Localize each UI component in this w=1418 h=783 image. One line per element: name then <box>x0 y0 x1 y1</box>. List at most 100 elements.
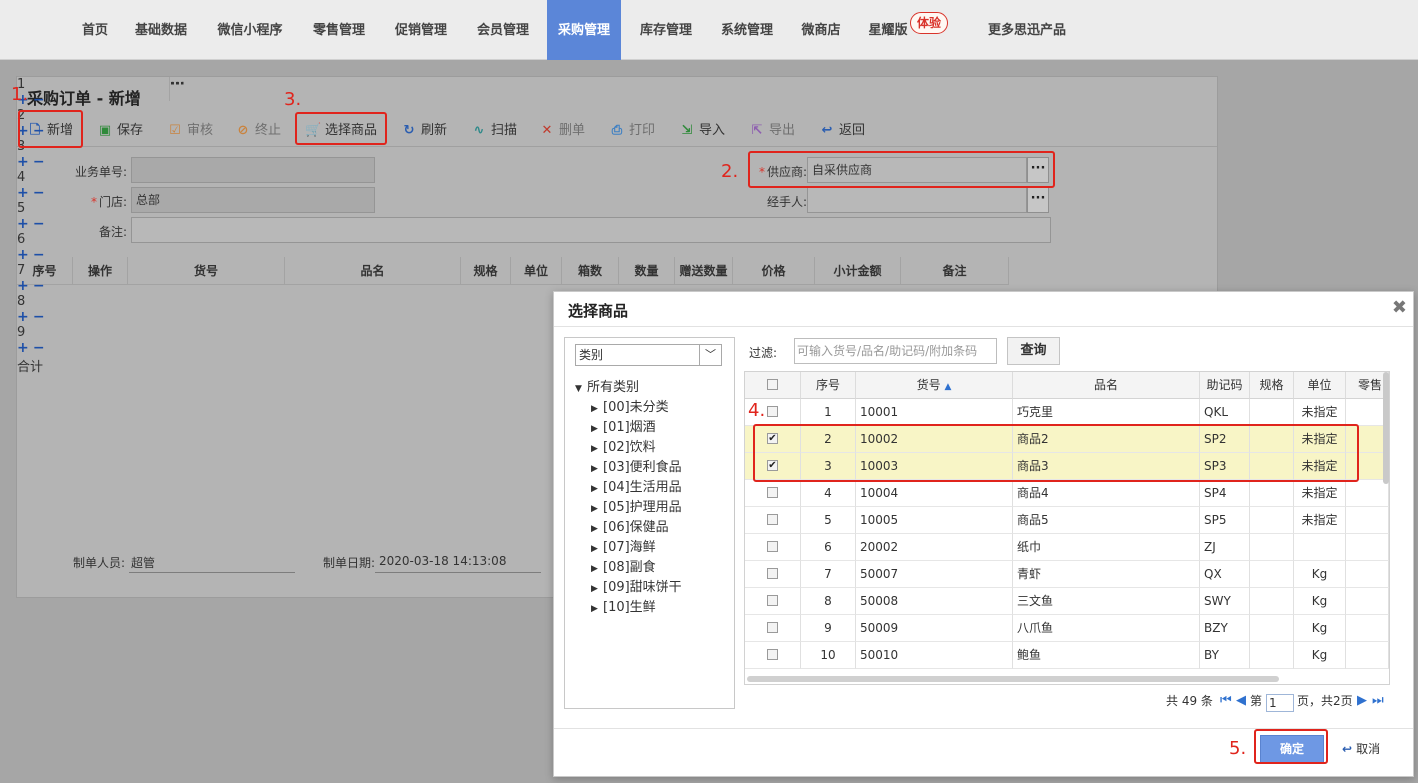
collapsed-arrow-icon[interactable]: ▶ <box>591 504 603 514</box>
remove-row-icon[interactable]: − <box>33 340 45 356</box>
collapsed-arrow-icon[interactable]: ▶ <box>591 464 603 474</box>
tree-node-label: [04]生活用品 <box>603 480 682 495</box>
nav-item-xingyao[interactable]: 星耀版 <box>860 0 916 60</box>
goods-picker-button[interactable]: ··· <box>169 77 193 101</box>
tree-node[interactable]: ▶ [08]副食 <box>591 556 656 575</box>
page-number-input[interactable]: 1 <box>1266 694 1294 712</box>
add-row-icon[interactable]: + <box>17 340 29 356</box>
table-row[interactable]: 4 10004 商品4 SP4 未指定 <box>745 480 1389 507</box>
select-all-checkbox[interactable] <box>767 379 778 390</box>
collapsed-arrow-icon[interactable]: ▶ <box>591 604 603 614</box>
tree-node[interactable]: ▶ [06]保健品 <box>591 516 669 535</box>
tree-node[interactable]: ▶ [07]海鲜 <box>591 536 656 555</box>
filter-input[interactable]: 可输入货号/品名/助记码/附加条码 <box>794 338 997 364</box>
add-row-icon[interactable]: + <box>17 309 29 325</box>
collapsed-arrow-icon[interactable]: ▶ <box>591 544 603 554</box>
table-row[interactable]: 1 10001 巧克里 QKL 未指定 <box>745 399 1389 426</box>
nav-item-basic-data[interactable]: 基础数据 <box>126 0 196 60</box>
tree-node[interactable]: ▶ [05]护理用品 <box>591 496 682 515</box>
back-button-label: 返回 <box>839 123 866 138</box>
remove-row-icon[interactable]: − <box>33 309 45 325</box>
nav-item-wshop[interactable]: 微商店 <box>792 0 850 60</box>
tree-node[interactable]: ▶ [02]饮料 <box>591 436 656 455</box>
nav-item-more-products[interactable]: 更多思迅产品 <box>976 0 1078 60</box>
row-checkbox[interactable] <box>767 622 778 633</box>
table-row[interactable]: 9 50009 八爪鱼 BZY Kg <box>745 615 1389 642</box>
refresh-button[interactable]: ↻ 刷新 <box>401 117 447 145</box>
category-type-select[interactable]: 类别 ﹀ <box>575 344 722 366</box>
tree-node[interactable]: ▶ [01]烟酒 <box>591 416 656 435</box>
nav-item-inventory[interactable]: 库存管理 <box>629 0 703 60</box>
vertical-scrollbar[interactable] <box>1383 372 1389 484</box>
nav-item-home[interactable]: 首页 <box>72 0 118 60</box>
tree-root[interactable]: ▼ 所有类别 <box>575 376 639 395</box>
stop-button[interactable]: ⊘ 终止 <box>235 117 281 145</box>
delete-button[interactable]: ✕ 删单 <box>539 117 585 145</box>
nav-item-system[interactable]: 系统管理 <box>710 0 784 60</box>
table-row[interactable]: 6 20002 纸巾 ZJ <box>745 534 1389 561</box>
prev-page-icon[interactable]: ◀ <box>1236 693 1246 708</box>
remove-row-icon[interactable]: − <box>33 216 45 232</box>
import-button[interactable]: ⇲ 导入 <box>679 117 725 145</box>
handler-field[interactable] <box>807 187 1027 213</box>
collapsed-arrow-icon[interactable]: ▶ <box>591 524 603 534</box>
horizontal-scrollbar[interactable] <box>747 676 1279 682</box>
row-checkbox[interactable] <box>767 541 778 552</box>
remove-row-icon[interactable]: − <box>33 185 45 201</box>
remove-row-icon[interactable]: − <box>33 154 45 170</box>
export-button[interactable]: ⇱ 导出 <box>749 117 795 145</box>
handler-picker-button[interactable]: ··· <box>1027 187 1049 213</box>
table-row[interactable]: 7 50007 青虾 QX Kg <box>745 561 1389 588</box>
cell-retail <box>1346 534 1389 561</box>
remove-row-icon[interactable]: − <box>33 92 45 108</box>
tree-node[interactable]: ▶ [04]生活用品 <box>591 476 682 495</box>
collapsed-arrow-icon[interactable]: ▶ <box>591 444 603 454</box>
chevron-down-icon[interactable]: ﹀ <box>699 345 721 365</box>
row-checkbox[interactable] <box>767 595 778 606</box>
add-row-icon[interactable]: + <box>17 185 29 201</box>
remove-row-icon[interactable]: − <box>33 278 45 294</box>
tree-node[interactable]: ▶ [10]生鲜 <box>591 596 656 615</box>
row-checkbox[interactable] <box>767 568 778 579</box>
row-checkbox[interactable] <box>767 406 778 417</box>
add-row-icon[interactable]: + <box>17 216 29 232</box>
close-icon[interactable]: ✖ <box>1392 297 1407 318</box>
tree-node[interactable]: ▶ [03]便利食品 <box>591 456 682 475</box>
cell-no: 1 <box>801 399 856 426</box>
nav-item-member[interactable]: 会员管理 <box>466 0 540 60</box>
collapsed-arrow-icon[interactable]: ▶ <box>591 564 603 574</box>
add-row-icon[interactable]: + <box>17 154 29 170</box>
collapsed-arrow-icon[interactable]: ▶ <box>591 584 603 594</box>
nav-item-mini-program[interactable]: 微信小程序 <box>206 0 294 60</box>
add-row-icon[interactable]: + <box>17 278 29 294</box>
collapsed-arrow-icon[interactable]: ▶ <box>591 424 603 434</box>
collapsed-arrow-icon[interactable]: ▶ <box>591 484 603 494</box>
nav-item-promotion[interactable]: 促销管理 <box>384 0 458 60</box>
remove-row-icon[interactable]: − <box>33 247 45 263</box>
tree-node-label: [02]饮料 <box>603 440 656 455</box>
nav-item-retail[interactable]: 零售管理 <box>302 0 376 60</box>
row-checkbox[interactable] <box>767 487 778 498</box>
back-button[interactable]: ↩ 返回 <box>819 117 865 145</box>
remark-field[interactable] <box>131 217 1051 243</box>
row-checkbox[interactable] <box>767 514 778 525</box>
table-row[interactable]: 5 10005 商品5 SP5 未指定 <box>745 507 1389 534</box>
row-checkbox[interactable] <box>767 649 778 660</box>
table-row[interactable]: 8 50008 三文鱼 SWY Kg <box>745 588 1389 615</box>
nav-item-purchase[interactable]: 采购管理 <box>547 0 621 60</box>
print-button[interactable]: ⎙ 打印 <box>609 117 655 145</box>
table-row[interactable]: 10 50010 鲍鱼 BY Kg <box>745 642 1389 669</box>
col-header-code[interactable]: 货号 ▲ <box>856 372 1013 399</box>
last-page-icon[interactable]: ⏭ <box>1372 693 1384 708</box>
scan-button[interactable]: ∿ 扫描 <box>471 117 517 145</box>
expanded-arrow-icon[interactable]: ▼ <box>575 384 587 394</box>
add-row-icon[interactable]: + <box>17 247 29 263</box>
query-button[interactable]: 查询 <box>1007 337 1060 365</box>
tree-node[interactable]: ▶ [00]未分类 <box>591 396 669 415</box>
cancel-button[interactable]: ↩ 取消 <box>1342 740 1380 757</box>
first-page-icon[interactable]: ⏮ <box>1220 693 1232 708</box>
tree-node-label: [08]副食 <box>603 560 656 575</box>
next-page-icon[interactable]: ▶ <box>1357 693 1367 708</box>
tree-node[interactable]: ▶ [09]甜味饼干 <box>591 576 682 595</box>
collapsed-arrow-icon[interactable]: ▶ <box>591 404 603 414</box>
